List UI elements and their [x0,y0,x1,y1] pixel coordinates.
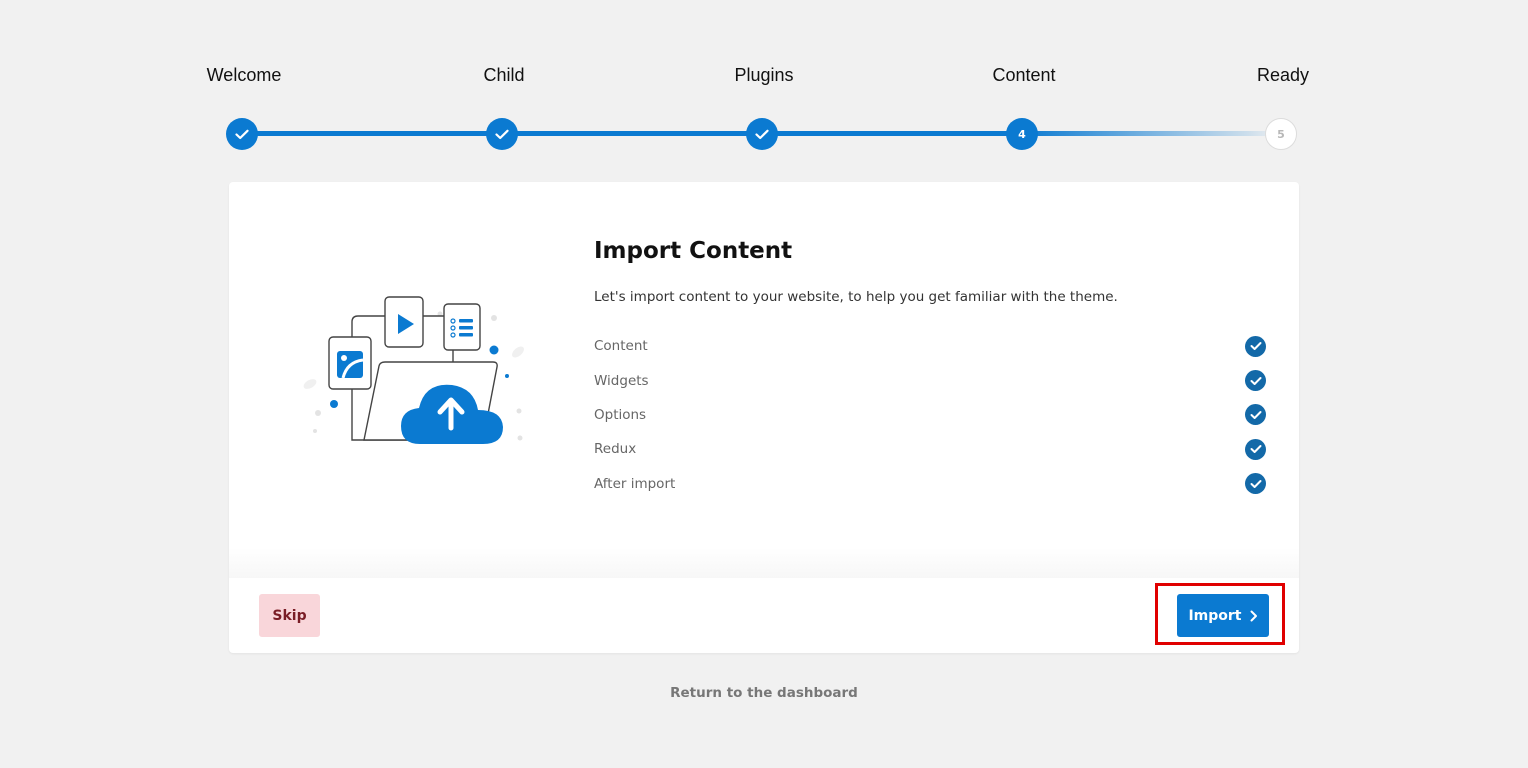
check-circle-icon[interactable] [1245,438,1266,460]
import-content-card: Import Content Let's import content to y… [229,182,1299,653]
card-body-fade [229,548,1299,578]
step-dot-welcome[interactable] [226,118,258,150]
check-circle-icon[interactable] [1245,370,1266,392]
check-circle-icon[interactable] [1245,404,1266,426]
step-dot-child[interactable] [486,118,518,150]
import-item-redux[interactable]: Redux [594,432,1266,466]
card-footer: Skip Import [229,578,1299,653]
import-item-options[interactable]: Options [594,398,1266,432]
page-title: Import Content [594,238,793,264]
import-item-label: Options [594,406,647,423]
folder-cloud-upload-illustration [303,296,524,444]
chevron-right-icon [1250,610,1257,621]
import-item-after-import[interactable]: After import [594,467,1266,501]
import-item-content[interactable]: Content [594,329,1266,363]
import-item-widgets[interactable]: Widgets [594,363,1266,397]
checkmark-icon [235,129,249,139]
step-dot-ready[interactable]: 5 [1265,118,1297,150]
import-item-label: Widgets [594,372,649,389]
return-to-dashboard-link[interactable]: Return to the dashboard [0,685,1528,701]
check-circle-icon[interactable] [1245,335,1266,357]
import-item-label: Content [594,338,648,355]
step-label-plugins[interactable]: Plugins [694,65,834,86]
step-label-child[interactable]: Child [434,65,574,86]
step-label-welcome[interactable]: Welcome [174,65,314,86]
import-button[interactable]: Import [1177,594,1269,637]
skip-button[interactable]: Skip [259,594,320,637]
card-body: Import Content Let's import content to y… [229,182,1299,578]
page-subtitle: Let's import content to your website, to… [594,289,1118,305]
import-button-highlight: Import [1155,583,1285,645]
checkmark-icon [755,129,769,139]
import-item-label: After import [594,475,676,492]
setup-stepper: Welcome Child Plugins Content Ready 4 5 [0,0,1528,160]
import-item-label: Redux [594,441,637,458]
import-button-label: Import [1188,607,1242,624]
step-label-ready[interactable]: Ready [1213,65,1353,86]
check-circle-icon[interactable] [1245,473,1266,495]
step-dot-plugins[interactable] [746,118,778,150]
import-items-list: Content Widgets Options Redux After impo… [594,329,1266,501]
step-dot-content[interactable]: 4 [1006,118,1038,150]
step-label-content[interactable]: Content [954,65,1094,86]
checkmark-icon [495,129,509,139]
